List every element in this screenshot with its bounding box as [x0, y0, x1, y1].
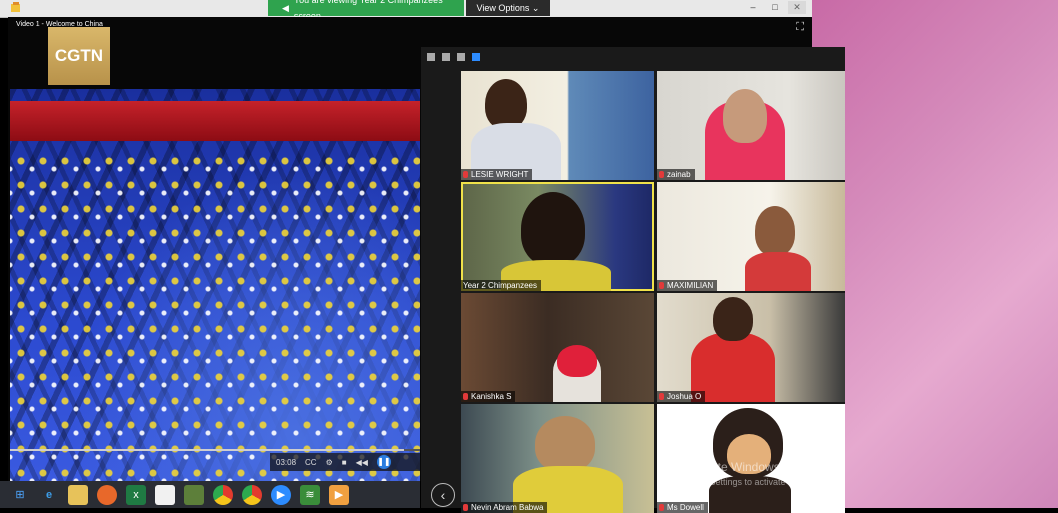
start-icon[interactable]: ⊞	[10, 485, 30, 505]
participant-video	[713, 297, 753, 341]
video-frame	[10, 89, 420, 481]
screen-share-banner: ◀ You are viewing Year 2 Chimpanzees' sc…	[268, 0, 464, 21]
app-icon	[11, 2, 20, 12]
participant-tile[interactable]: Joshua O	[657, 293, 845, 402]
participant-name: Joshua O	[667, 392, 702, 401]
muted-mic-icon	[659, 171, 664, 178]
participant-video	[723, 89, 767, 143]
participant-name: Year 2 Chimpanzees	[463, 281, 537, 290]
close-button[interactable]: ✕	[788, 1, 806, 14]
participant-tile[interactable]: Nevin Abram Babwa	[461, 404, 654, 513]
participant-name: MAXIMILIAN	[667, 281, 714, 290]
video-progress-bar[interactable]	[10, 449, 420, 451]
participant-name: zainab	[667, 170, 691, 179]
participant-tile[interactable]: Year 2 Chimpanzees	[461, 182, 654, 291]
view-layout-toggles	[427, 53, 480, 61]
muted-mic-icon	[463, 393, 468, 400]
excel-icon[interactable]: x	[126, 484, 146, 505]
participant-video	[557, 345, 597, 377]
cgtn-logo: CGTN	[48, 27, 110, 85]
muted-mic-icon	[659, 393, 664, 400]
participant-video	[755, 206, 795, 256]
windows-taskbar: ⊞ e x ▶ ≋ ▶	[0, 481, 420, 508]
strip-view-icon[interactable]	[457, 53, 465, 61]
minimize-button[interactable]: –	[744, 1, 762, 14]
participant-tile[interactable]: Ms Dowell	[657, 404, 845, 513]
stop-button[interactable]: ■	[342, 458, 347, 467]
firefox-icon[interactable]	[97, 484, 117, 505]
participant-video	[485, 79, 527, 129]
chrome-icon[interactable]	[213, 484, 233, 505]
participant-tile[interactable]: LESIE WRIGHT	[461, 71, 654, 180]
desktop-wallpaper	[812, 0, 1058, 508]
speaker-view-icon[interactable]	[442, 53, 450, 61]
document-icon[interactable]	[155, 484, 175, 505]
zoom-top-bar: ◀ You are viewing Year 2 Chimpanzees' sc…	[0, 0, 812, 21]
pause-button[interactable]: ❚❚	[376, 455, 391, 469]
stage-backdrop	[10, 101, 420, 141]
gallery-view-panel: ‹ LESIE WRIGHT zainab Year 2 Chimpanzees…	[421, 47, 845, 513]
video-progress-fill	[10, 449, 404, 451]
video-player-controls: 03:08 CC ⚙ ■ ◀◀ ❚❚	[270, 453, 420, 471]
rewind-button[interactable]: ◀◀	[356, 458, 368, 467]
file-explorer-icon[interactable]	[68, 484, 88, 505]
participant-name: Kanishka S	[471, 392, 512, 401]
activate-windows-watermark: Activate Windows	[685, 460, 780, 474]
wifi-app-icon[interactable]: ≋	[300, 484, 320, 505]
speaker-icon: ◀	[282, 3, 289, 13]
dancers-image	[10, 149, 420, 481]
internet-explorer-icon[interactable]: e	[39, 485, 59, 505]
participant-video	[521, 192, 585, 266]
settings-icon[interactable]: ⚙	[326, 458, 333, 467]
participant-tile[interactable]: MAXIMILIAN	[657, 182, 845, 291]
muted-mic-icon	[463, 171, 468, 178]
muted-mic-icon	[659, 282, 664, 289]
video-time: 03:08	[276, 457, 297, 467]
participant-tile[interactable]: Kanishka S	[461, 293, 654, 402]
chrome-alt-icon[interactable]	[242, 484, 262, 505]
participant-video	[535, 416, 595, 472]
fullscreen-icon[interactable]: ⛶	[796, 21, 804, 34]
zoom-icon[interactable]: ▶	[271, 484, 291, 505]
participant-grid: LESIE WRIGHT zainab Year 2 Chimpanzees M…	[461, 71, 845, 513]
window-controls: – □ ✕	[744, 1, 806, 14]
captions-button[interactable]: CC	[305, 458, 317, 467]
gallery-view-icon[interactable]	[472, 53, 480, 61]
participant-tile[interactable]: zainab	[657, 71, 845, 180]
network-app-icon[interactable]	[184, 484, 204, 505]
minimize-view-icon[interactable]	[427, 53, 435, 61]
media-player-icon[interactable]: ▶	[329, 484, 349, 505]
activate-windows-hint: Go to Settings to activate Windows.	[685, 477, 828, 487]
previous-page-button[interactable]: ‹	[431, 483, 455, 507]
view-options-button[interactable]: View Options ⌄	[466, 0, 550, 16]
maximize-button[interactable]: □	[766, 1, 784, 14]
participant-name: LESIE WRIGHT	[471, 170, 529, 179]
